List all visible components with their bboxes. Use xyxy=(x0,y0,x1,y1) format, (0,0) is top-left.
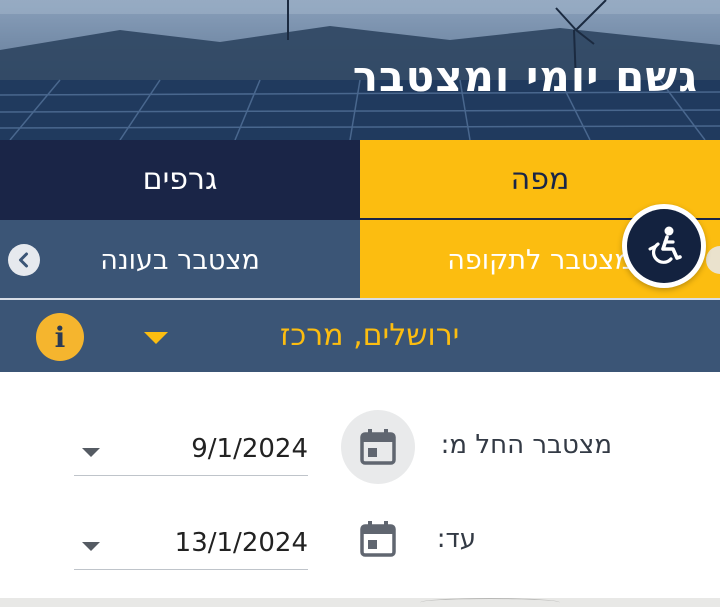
chevron-left-icon[interactable] xyxy=(8,244,40,276)
wheelchair-icon xyxy=(648,226,682,264)
date-range-form: מצטבר החל מ: 9/1/2024 עד: 13/1/2024 xyxy=(0,372,720,598)
location-selector-bar: i ירושלים, מרכז xyxy=(0,300,720,372)
subtab-seasonal-label: מצטבר בעונה xyxy=(100,244,260,276)
caret-down-icon xyxy=(82,448,100,457)
caret-down-icon xyxy=(82,542,100,551)
page-title: גשם יומי ומצטבר xyxy=(352,52,698,101)
map-preview-strip xyxy=(0,598,720,607)
to-label: עד: xyxy=(436,524,476,554)
calendar-icon[interactable] xyxy=(341,502,415,576)
subtab-seasonal-accumulation[interactable]: מצטבר בעונה xyxy=(0,220,360,300)
header-banner: גשם יומי ומצטבר xyxy=(0,0,720,140)
from-label: מצטבר החל מ: xyxy=(440,430,612,460)
subtab-period-label: מצטבר לתקופה xyxy=(447,244,633,276)
chevron-right-icon[interactable] xyxy=(706,246,720,274)
from-date-value: 9/1/2024 xyxy=(191,434,308,464)
main-tabs: גרפים מפה xyxy=(0,140,720,218)
to-date-value: 13/1/2024 xyxy=(174,528,308,558)
info-icon[interactable]: i xyxy=(36,313,84,361)
tab-graphs[interactable]: גרפים xyxy=(0,140,360,218)
caret-down-icon[interactable] xyxy=(144,332,168,344)
location-select[interactable]: ירושלים, מרכז xyxy=(280,318,459,353)
from-date-field[interactable]: 9/1/2024 xyxy=(74,426,308,476)
to-date-field[interactable]: 13/1/2024 xyxy=(74,520,308,570)
sub-tabs: מצטבר בעונה מצטבר לתקופה xyxy=(0,218,720,300)
accessibility-button[interactable] xyxy=(622,204,706,288)
calendar-icon[interactable] xyxy=(341,410,415,484)
